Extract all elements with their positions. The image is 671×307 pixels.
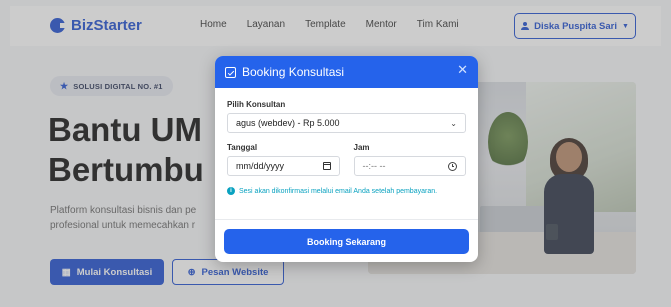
calendar-check-icon	[225, 66, 236, 78]
info-text: Sesi akan dikonfirmasi melalui email And…	[239, 188, 438, 195]
time-input[interactable]: --:-- --	[353, 156, 466, 176]
calendar-icon[interactable]	[322, 162, 331, 170]
booking-submit-button[interactable]: Booking Sekarang	[224, 229, 469, 254]
clock-icon[interactable]	[448, 161, 457, 171]
date-placeholder: mm/dd/yyyy	[236, 161, 285, 171]
booking-modal: Booking Konsultasi ✕ Pilih Konsultan agu…	[215, 56, 478, 262]
booking-submit-label: Booking Sekarang	[306, 236, 387, 247]
modal-divider	[215, 219, 478, 220]
close-icon[interactable]: ✕	[457, 64, 468, 78]
date-time-row: Tanggal mm/dd/yyyy Jam --:-- --	[227, 143, 466, 176]
time-col: Jam --:-- --	[353, 143, 466, 176]
consultant-select[interactable]: agus (webdev) - Rp 5.000 ⌄	[227, 113, 466, 133]
modal-body: Pilih Konsultan agus (webdev) - Rp 5.000…	[215, 88, 478, 197]
consultant-value: agus (webdev) - Rp 5.000	[236, 118, 340, 128]
date-label: Tanggal	[227, 143, 258, 152]
consultant-label: Pilih Konsultan	[227, 100, 286, 109]
info-icon: i	[227, 187, 235, 195]
modal-title: Booking Konsultasi	[242, 65, 345, 79]
chevron-down-icon: ⌄	[450, 118, 457, 128]
date-col: Tanggal mm/dd/yyyy	[227, 143, 340, 176]
time-placeholder: --:-- --	[362, 161, 386, 171]
modal-header: Booking Konsultasi ✕	[215, 56, 478, 88]
info-note: i Sesi akan dikonfirmasi melalui email A…	[227, 186, 466, 197]
date-input[interactable]: mm/dd/yyyy	[227, 156, 340, 176]
time-label: Jam	[353, 143, 370, 152]
